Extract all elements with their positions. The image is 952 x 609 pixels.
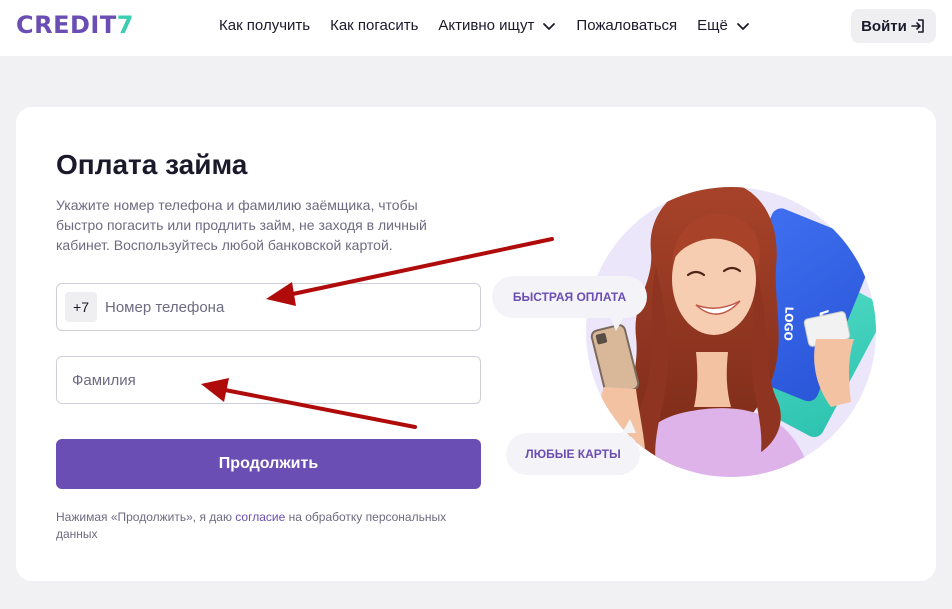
- page-title: Оплата займа: [56, 149, 248, 180]
- nav-item-how-to-get[interactable]: Как получить: [219, 17, 310, 34]
- card-logo-text: LOGO: [781, 306, 795, 341]
- main-nav: Как получить Как погасить Активно ищут П…: [219, 17, 770, 34]
- phone-prefix: +7: [65, 292, 97, 322]
- hero-illustration: VISA LOGO: [486, 167, 926, 567]
- nav-label: Как получить: [219, 17, 311, 34]
- site-header: CREDIT7 Как получить Как погасить Активн…: [0, 0, 952, 56]
- phone-field[interactable]: +7: [56, 283, 481, 331]
- credit7-logo[interactable]: CREDIT7: [16, 11, 134, 39]
- phone-input[interactable]: [105, 298, 465, 316]
- surname-input[interactable]: [72, 371, 472, 389]
- chevron-down-icon: [736, 22, 749, 30]
- chevron-down-icon: [543, 22, 556, 30]
- login-icon: [911, 19, 924, 33]
- logo-digit: 7: [116, 11, 134, 39]
- nav-item-complain[interactable]: Пожаловаться: [576, 17, 677, 34]
- nav-label: Ещё: [697, 17, 728, 34]
- continue-button[interactable]: Продолжить: [56, 439, 481, 489]
- nav-label: Активно ищут: [438, 17, 535, 34]
- nav-item-trending[interactable]: Активно ищут: [438, 17, 556, 34]
- nav-label: Как погасить: [330, 17, 419, 34]
- badge-fast-payment: БЫСТРАЯ ОПЛАТА: [492, 276, 647, 318]
- nav-item-more[interactable]: Ещё: [697, 17, 750, 34]
- logo-text: CREDIT: [16, 11, 117, 39]
- hero-graphic: VISA LOGO: [586, 187, 876, 477]
- login-label: Войти: [861, 17, 907, 35]
- consent-link[interactable]: согласие: [235, 510, 285, 524]
- consent-text: Нажимая «Продолжить», я даю согласие на …: [56, 509, 486, 543]
- consent-before: Нажимая «Продолжить», я даю: [56, 510, 236, 524]
- nav-label: Пожаловаться: [576, 17, 678, 34]
- page-description: Укажите номер телефона и фамилию заёмщик…: [56, 197, 427, 253]
- nav-item-how-to-repay[interactable]: Как погасить: [330, 17, 418, 34]
- surname-field[interactable]: [56, 356, 481, 404]
- payment-card: Оплата займа Укажите номер телефона и фа…: [16, 107, 936, 581]
- login-button[interactable]: Войти: [851, 9, 936, 43]
- badge-any-cards: ЛЮБЫЕ КАРТЫ: [506, 433, 640, 475]
